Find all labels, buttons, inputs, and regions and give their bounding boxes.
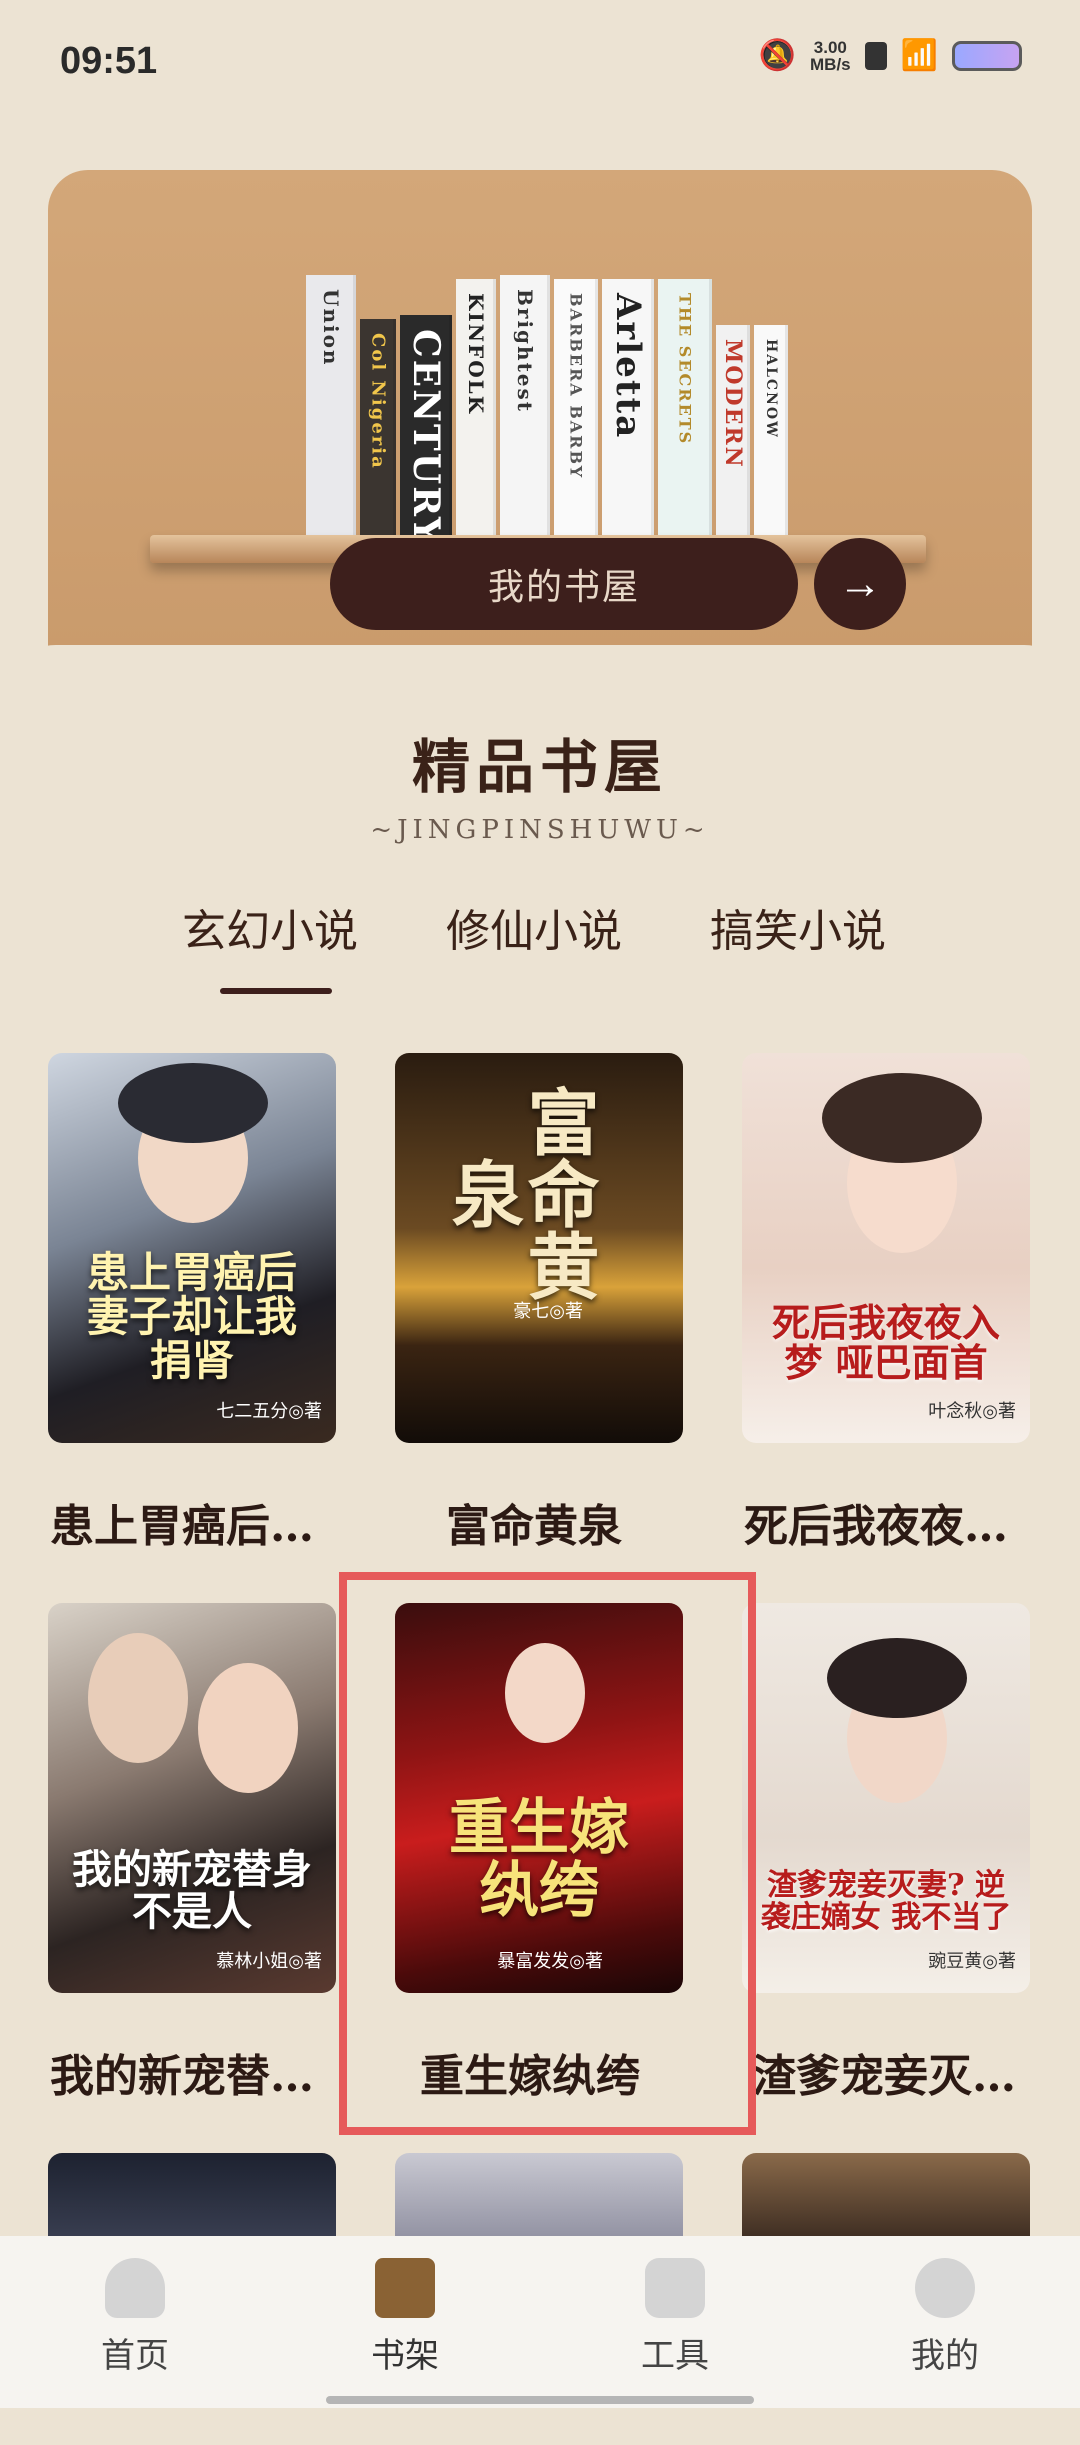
arrow-right-icon[interactable]: → bbox=[814, 538, 906, 630]
book-name[interactable]: 渣爹宠妾灭… bbox=[752, 2040, 1016, 2104]
shelf-book: HALCNOW bbox=[754, 325, 788, 537]
book-cover[interactable]: 渣爹宠妾灭妻? 逆袭庄嫡女 我不当了 豌豆黄◎著 bbox=[742, 1603, 1030, 1993]
nav-home[interactable]: 首页 bbox=[65, 2258, 205, 2377]
book-name[interactable]: 我的新宠替… bbox=[50, 2040, 314, 2104]
hero-bookshelf-card[interactable]: Union Col Nigeria CENTURY KINFOLK Bright… bbox=[48, 170, 1032, 690]
cover-title: 我的新宠替身 不是人 bbox=[72, 1846, 312, 1935]
section-title: 精品书屋 bbox=[411, 733, 668, 801]
status-icons: 🔕 3.00 MB/s 📶 bbox=[759, 38, 1022, 73]
cover-title: 患上胃癌后 妻子却让我捐肾 bbox=[86, 1247, 297, 1385]
book-cover[interactable]: 患上胃癌后 妻子却让我捐肾 七二五分◎著 bbox=[48, 1053, 336, 1443]
cover-title: 渣爹宠妾灭妻? 逆袭庄嫡女 我不当了 bbox=[760, 1868, 1012, 1935]
nav-label: 首页 bbox=[101, 2337, 169, 2375]
book-cover[interactable]: 死后我夜夜入梦 哑巴面首 叶念秋◎著 bbox=[742, 1053, 1030, 1443]
tab-xuanhuan[interactable]: 玄幻小说 bbox=[182, 895, 358, 959]
cover-author: 慕林小姐◎著 bbox=[216, 1951, 322, 1971]
cover-author: 豪七◎著 bbox=[513, 1301, 583, 1321]
book-name[interactable]: 患上胃癌后… bbox=[50, 1490, 314, 1554]
my-bookhouse-button[interactable]: 我的书屋 bbox=[330, 538, 798, 630]
shelf-book: Brightest bbox=[500, 275, 550, 537]
shelf-books: Union Col Nigeria CENTURY KINFOLK Bright… bbox=[306, 275, 788, 545]
shelf-book: MODERN bbox=[716, 325, 750, 537]
cover-title: 富命黄泉 bbox=[439, 1085, 600, 1301]
home-icon bbox=[105, 2258, 165, 2318]
shelf-book: BARBERA BARBY bbox=[554, 279, 598, 537]
mute-icon: 🔕 bbox=[758, 39, 797, 72]
cover-author: 豌豆黄◎著 bbox=[928, 1951, 1016, 1971]
section-subtitle: ~JINGPINSHUWU~ bbox=[370, 815, 710, 845]
book-cover[interactable] bbox=[48, 2153, 336, 2243]
shelf-book: THE SECRETS bbox=[658, 279, 712, 537]
bookshelf-icon bbox=[375, 2258, 435, 2318]
nav-label: 我的 bbox=[911, 2337, 979, 2375]
active-tab-indicator bbox=[220, 988, 332, 994]
selection-highlight bbox=[339, 1572, 756, 2135]
status-time: 09:51 bbox=[60, 40, 158, 82]
nav-bookshelf[interactable]: 书架 bbox=[335, 2258, 475, 2377]
shelf-book: KINFOLK bbox=[456, 279, 496, 537]
book-name[interactable]: 死后我夜夜… bbox=[744, 1490, 1008, 1554]
shelf-book: Col Nigeria bbox=[360, 319, 396, 537]
profile-icon bbox=[915, 2258, 975, 2318]
nav-label: 书架 bbox=[371, 2337, 439, 2375]
book-cover[interactable]: 富命黄泉 豪七◎著 bbox=[395, 1053, 683, 1443]
nav-tools[interactable]: 工具 bbox=[605, 2258, 745, 2377]
bottom-navigation: 首页 书架 工具 我的 bbox=[0, 2236, 1080, 2408]
sim-icon bbox=[864, 41, 887, 70]
cover-author: 叶念秋◎著 bbox=[928, 1401, 1016, 1421]
shelf-book: CENTURY bbox=[400, 315, 452, 545]
shelf-book: Arletta bbox=[602, 279, 654, 537]
status-bar: 09:51 🔕 3.00 MB/s 📶 bbox=[0, 0, 1080, 120]
nav-profile[interactable]: 我的 bbox=[875, 2258, 1015, 2377]
battery-icon bbox=[952, 40, 1022, 71]
cover-title: 死后我夜夜入梦 哑巴面首 bbox=[771, 1300, 1000, 1386]
cover-author: 七二五分◎著 bbox=[216, 1401, 322, 1421]
book-name[interactable]: 富命黄泉 bbox=[446, 1490, 622, 1554]
book-cover[interactable]: 我的新宠替身 不是人 慕林小姐◎著 bbox=[48, 1603, 336, 1993]
toolbag-icon bbox=[645, 2258, 705, 2318]
shelf-book: Union bbox=[306, 275, 356, 537]
tab-gaoxiao[interactable]: 搞笑小说 bbox=[710, 895, 886, 959]
wifi-icon: 📶 bbox=[900, 39, 938, 72]
tab-xiuxian[interactable]: 修仙小说 bbox=[446, 895, 622, 959]
home-indicator[interactable] bbox=[326, 2396, 754, 2404]
book-cover[interactable] bbox=[395, 2153, 683, 2243]
network-speed: 3.00 MB/s bbox=[810, 37, 851, 74]
nav-label: 工具 bbox=[641, 2337, 709, 2375]
book-cover[interactable] bbox=[742, 2153, 1030, 2243]
